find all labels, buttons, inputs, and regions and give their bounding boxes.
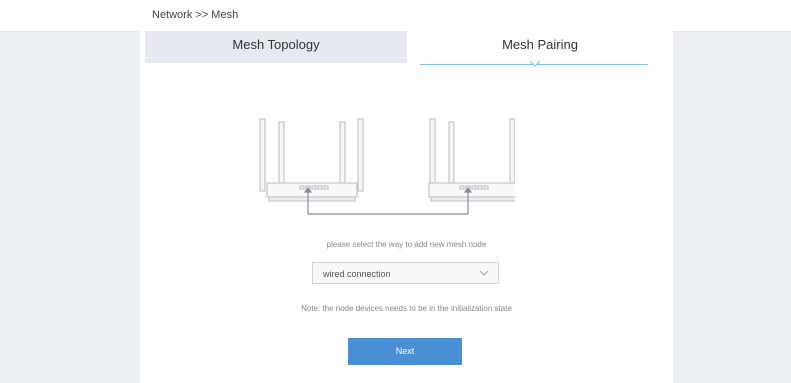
mesh-method-prompt: please select the way to add new mesh no… bbox=[326, 240, 487, 249]
next-button[interactable]: Next bbox=[348, 338, 462, 365]
tab-mesh-pairing-label: Mesh Pairing bbox=[502, 37, 578, 52]
two-routers-wired-diagram bbox=[259, 118, 515, 215]
mesh-panel: Mesh Topology Mesh Pairing please select… bbox=[140, 31, 673, 383]
tab-mesh-topology[interactable]: Mesh Topology bbox=[145, 31, 407, 63]
tab-bar: Mesh Topology Mesh Pairing bbox=[140, 31, 673, 67]
router-left-icon bbox=[259, 118, 364, 202]
initialization-note: Note: the node devices needs to be in th… bbox=[301, 304, 512, 313]
caret-down-icon bbox=[530, 60, 540, 67]
breadcrumb: Network >> Mesh bbox=[152, 9, 239, 21]
connection-type-select[interactable]: wired connection bbox=[312, 262, 499, 284]
router-right-icon bbox=[428, 118, 515, 202]
chevron-down-icon bbox=[479, 270, 489, 276]
tab-mesh-pairing[interactable]: Mesh Pairing bbox=[407, 31, 673, 63]
top-bar: Network >> Mesh bbox=[0, 0, 791, 31]
tab-mesh-topology-label: Mesh Topology bbox=[232, 37, 320, 52]
connection-type-value: wired connection bbox=[323, 269, 391, 279]
